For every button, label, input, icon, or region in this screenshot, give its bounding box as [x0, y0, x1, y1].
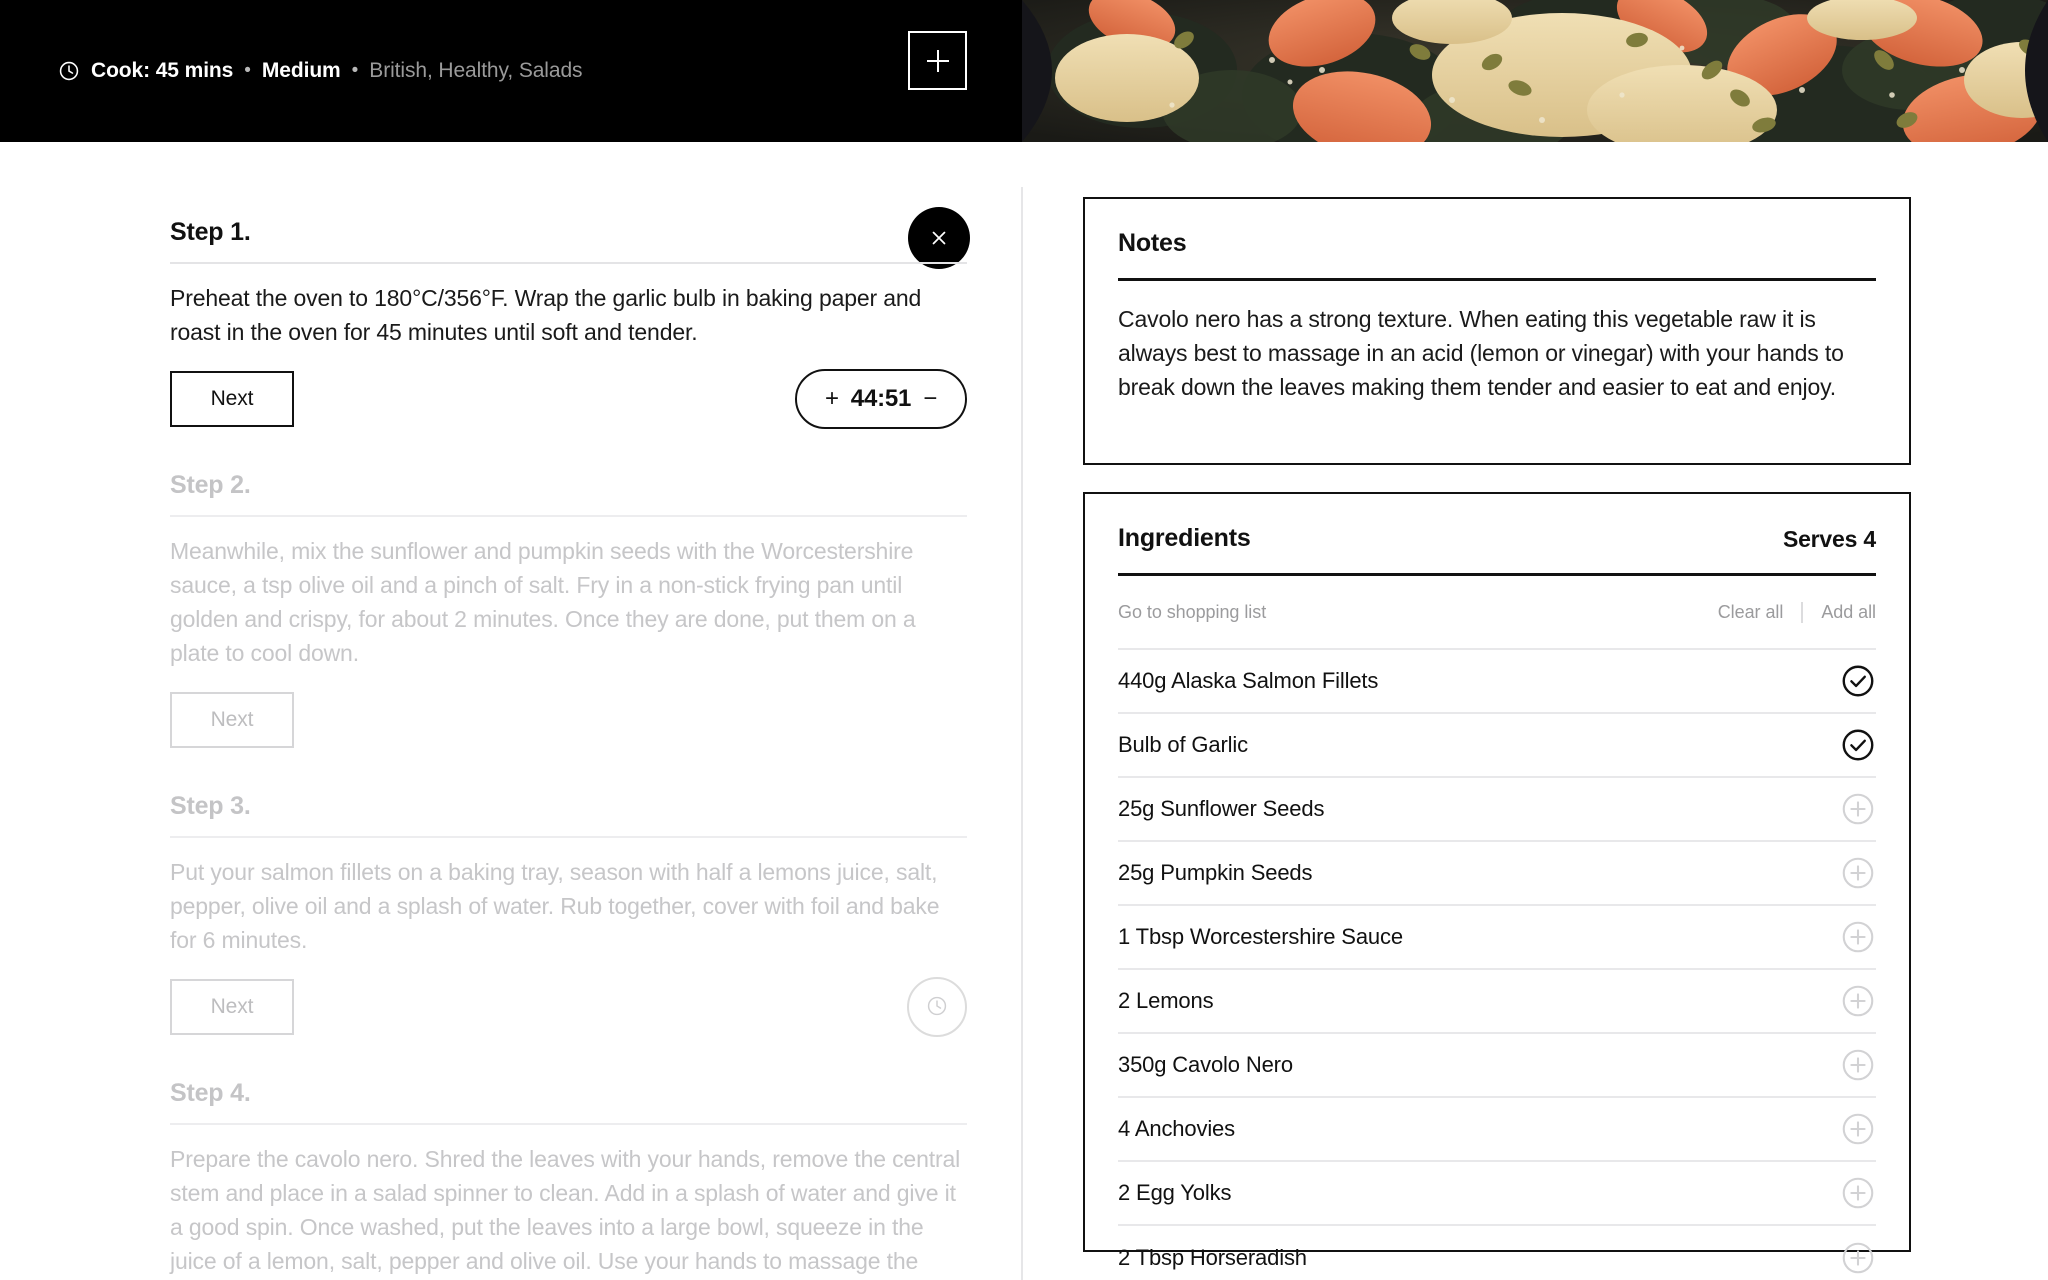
plus-circle-icon[interactable]: [1840, 1111, 1876, 1147]
step-actions: Next + 44:51 −: [170, 369, 967, 429]
ingredient-row: 2 Tbsp Horseradish: [1118, 1226, 1876, 1280]
action-separator: [1801, 602, 1804, 623]
check-circle-icon[interactable]: [1840, 663, 1876, 699]
ingredient-name: 25g Sunflower Seeds: [1118, 796, 1325, 821]
timer-decrease-button[interactable]: −: [923, 387, 937, 411]
step-body: Preheat the oven to 180°C/356°F. Wrap th…: [170, 285, 922, 345]
steps-column: Step 1. Preheat the oven to 180°C/356°F.…: [0, 142, 1021, 1280]
step-title: Step 1.: [170, 218, 251, 246]
recipe-tags-label: British, Healthy, Salads: [369, 59, 583, 82]
step-item-1: Step 1. Preheat the oven to 180°C/356°F.…: [170, 218, 967, 429]
timer-increase-button[interactable]: +: [825, 387, 839, 411]
notes-card: Notes Cavolo nero has a strong texture. …: [1083, 197, 1911, 465]
ingredient-row: 1 Tbsp Worcestershire Sauce: [1118, 906, 1876, 970]
ingredient-row: 440g Alaska Salmon Fillets: [1118, 650, 1876, 714]
serves-label: Serves 4: [1782, 526, 1876, 552]
plus-circle-icon[interactable]: [1840, 791, 1876, 827]
info-column: Notes Cavolo nero has a strong texture. …: [1021, 142, 2048, 1280]
ingredients-card-inner: Ingredients Serves 4 Go to shopping list…: [1085, 494, 1909, 1280]
recipe-cook-mode-page: Cook: 45 mins • Medium • British, Health…: [0, 0, 2048, 1280]
plus-circle-icon[interactable]: [1840, 1240, 1876, 1276]
ingredient-row: 2 Lemons: [1118, 970, 1876, 1034]
ingredient-name: 440g Alaska Salmon Fillets: [1118, 668, 1379, 693]
step-item-3: Step 3. Put your salmon fillets on a bak…: [170, 792, 967, 1037]
plus-circle-icon[interactable]: [1840, 1175, 1876, 1211]
add-recipe-button[interactable]: [908, 31, 967, 90]
ingredient-name: 2 Tbsp Horseradish: [1118, 1245, 1307, 1270]
plus-icon: [926, 49, 949, 72]
step-divider: [170, 515, 967, 517]
ingredients-list: 440g Alaska Salmon Fillets Bulb of Garli…: [1118, 648, 1876, 1280]
step-spacer: [170, 748, 967, 794]
step-body: Meanwhile, mix the sunflower and pumpkin…: [170, 538, 916, 666]
clear-all-button[interactable]: Clear all: [1718, 602, 1784, 623]
ingredient-row: 350g Cavolo Nero: [1118, 1034, 1876, 1098]
plus-circle-icon[interactable]: [1840, 983, 1876, 1019]
step-title: Step 3.: [170, 792, 251, 820]
step-divider: [170, 836, 967, 838]
ingredients-card: Ingredients Serves 4 Go to shopping list…: [1083, 492, 1911, 1274]
step-title: Step 4.: [170, 1079, 251, 1107]
check-circle-icon[interactable]: [1840, 727, 1876, 763]
notes-header: Notes: [1118, 199, 1876, 256]
meta-separator-2: •: [351, 60, 359, 81]
recipe-hero-image: [1022, 0, 2048, 142]
cook-time-label: Cook: 45 mins: [91, 59, 234, 82]
step-item-4: Step 4. Prepare the cavolo nero. Shred t…: [170, 1081, 967, 1280]
ingredient-name: 4 Anchovies: [1118, 1116, 1235, 1141]
notes-body: Cavolo nero has a strong texture. When e…: [1118, 306, 1844, 400]
step-item-2: Step 2. Meanwhile, mix the sunflower and…: [170, 473, 967, 748]
step-body: Prepare the cavolo nero. Shred the leave…: [170, 1146, 961, 1274]
ingredient-row: 2 Egg Yolks: [1118, 1162, 1876, 1226]
page-header: Cook: 45 mins • Medium • British, Health…: [0, 0, 2048, 142]
notes-divider: [1118, 278, 1876, 281]
step-divider: [170, 1123, 967, 1125]
meta-separator-1: •: [244, 60, 251, 81]
ingredients-header: Ingredients Serves 4: [1118, 494, 1876, 551]
next-button[interactable]: Next: [170, 371, 294, 427]
notes-card-inner: Notes Cavolo nero has a strong texture. …: [1085, 199, 1909, 404]
ingredient-name: 350g Cavolo Nero: [1118, 1052, 1293, 1077]
ingredient-row: 4 Anchovies: [1118, 1098, 1876, 1162]
difficulty-label: Medium: [261, 59, 341, 82]
step-divider: [170, 262, 967, 264]
recipe-meta: Cook: 45 mins • Medium • British, Health…: [58, 0, 583, 142]
ingredient-row: Bulb of Garlic: [1118, 714, 1876, 778]
step-actions: Next: [170, 692, 967, 748]
ingredient-name: 1 Tbsp Worcestershire Sauce: [1118, 924, 1403, 949]
step-body: Put your salmon fillets on a baking tray…: [170, 859, 940, 953]
ingredients-actions: Go to shopping list Clear all Add all: [1118, 576, 1876, 648]
go-to-shopping-list-link[interactable]: Go to shopping list: [1118, 602, 1266, 623]
timer-value: 44:51: [850, 385, 912, 412]
ingredient-name: Bulb of Garlic: [1118, 732, 1248, 757]
steps-list: Step 1. Preheat the oven to 180°C/356°F.…: [170, 220, 967, 1280]
page-body: Step 1. Preheat the oven to 180°C/356°F.…: [0, 142, 2048, 1280]
next-button[interactable]: Next: [170, 692, 294, 748]
ingredients-title: Ingredients: [1118, 524, 1251, 552]
plus-circle-icon[interactable]: [1840, 919, 1876, 955]
step-timer-control[interactable]: + 44:51 −: [795, 369, 967, 429]
plus-circle-icon[interactable]: [1840, 855, 1876, 891]
ingredient-row: 25g Pumpkin Seeds: [1118, 842, 1876, 906]
plus-circle-icon[interactable]: [1840, 1047, 1876, 1083]
next-button[interactable]: Next: [170, 979, 294, 1035]
clock-icon: [58, 60, 80, 82]
start-timer-button[interactable]: [907, 977, 967, 1037]
ingredient-name: 25g Pumpkin Seeds: [1118, 860, 1313, 885]
header-meta-bar: Cook: 45 mins • Medium • British, Health…: [0, 0, 1022, 142]
step-title: Step 2.: [170, 471, 251, 499]
add-all-button[interactable]: Add all: [1821, 602, 1876, 623]
ingredient-name: 2 Lemons: [1118, 988, 1214, 1013]
step-spacer: [170, 1035, 967, 1081]
notes-title: Notes: [1118, 229, 1187, 257]
clock-icon: [926, 995, 948, 1020]
step-actions: Next: [170, 977, 967, 1037]
ingredients-bulk-actions: Clear all Add all: [1718, 602, 1876, 623]
ingredient-name: 2 Egg Yolks: [1118, 1180, 1232, 1205]
ingredient-row: 25g Sunflower Seeds: [1118, 778, 1876, 842]
step-spacer: [170, 427, 967, 473]
